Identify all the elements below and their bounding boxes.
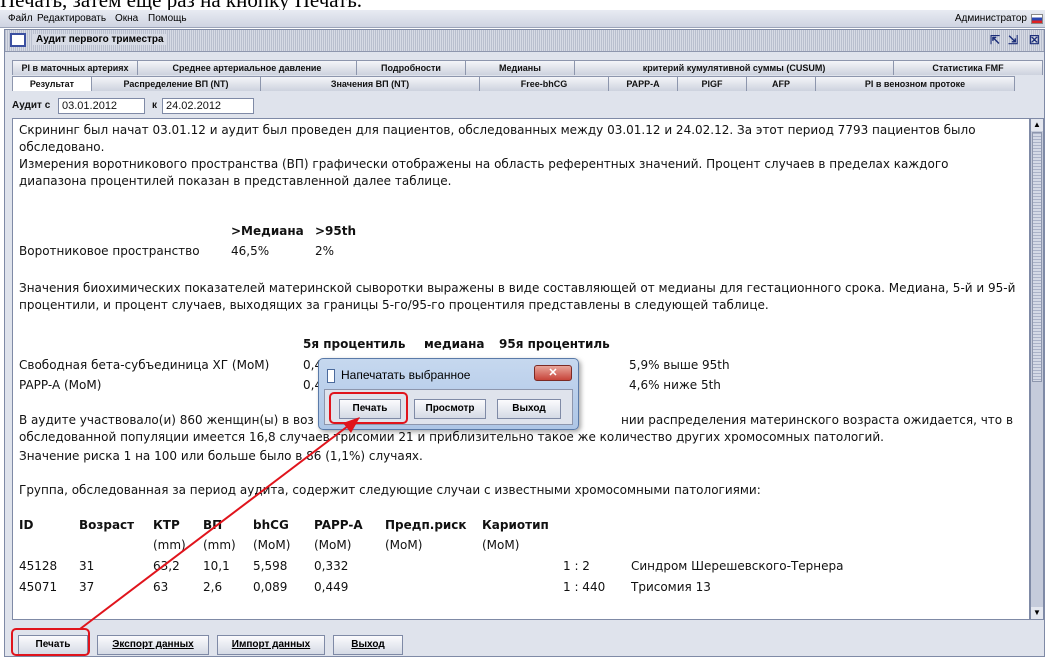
arrow-head: [343, 417, 360, 433]
arrow-line: [79, 422, 353, 630]
pointer-arrow: [79, 417, 360, 630]
screenshot-root: Печать, затем еще раз на кнопку Печать. …: [0, 0, 1045, 657]
